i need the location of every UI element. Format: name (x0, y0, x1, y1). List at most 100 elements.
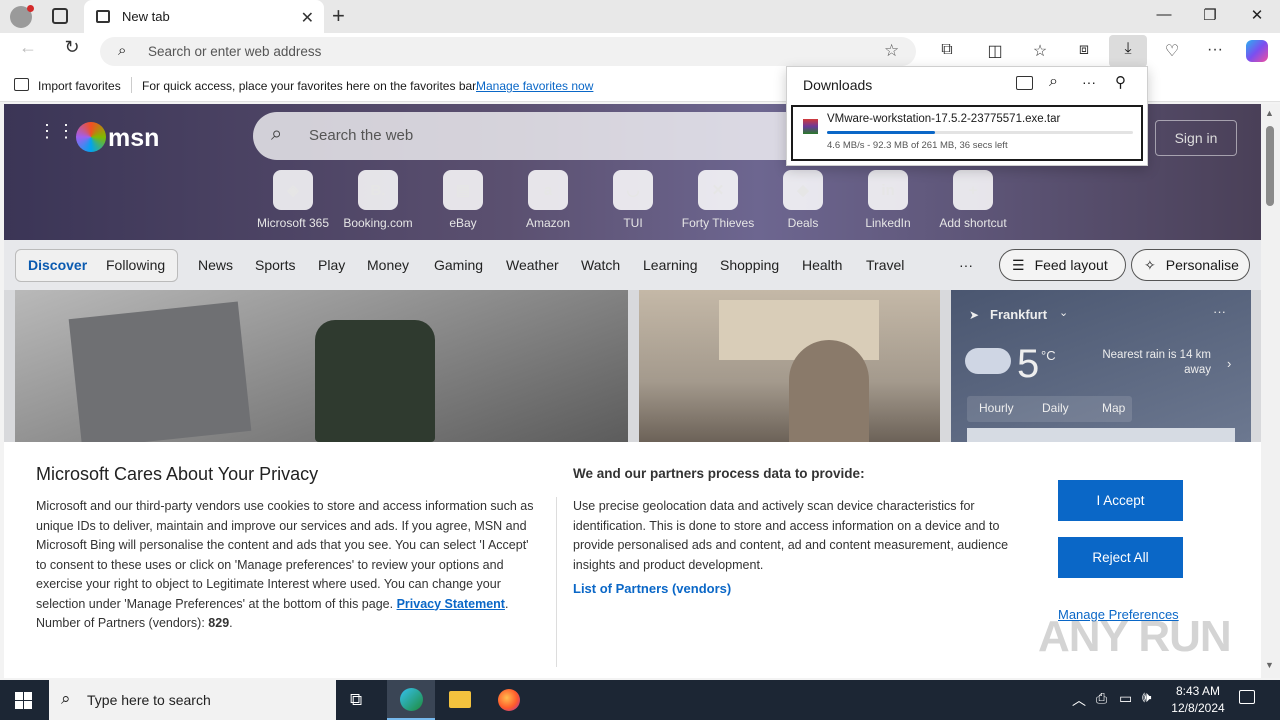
msn-logo[interactable]: msn (108, 124, 159, 153)
shortcut-tile[interactable]: a Amazon (506, 170, 590, 230)
tab-new-tab[interactable]: New tab ✕ (84, 0, 324, 33)
new-tab-button[interactable]: + (332, 3, 345, 29)
close-window-icon[interactable]: ✕ (1245, 6, 1269, 24)
minimize-icon[interactable]: — (1152, 6, 1176, 23)
weather-card[interactable]: ➤ Frankfurt ⌄ ··· 5 °C Nearest rain is 1… (951, 290, 1251, 442)
nav-item[interactable]: Gaming (434, 257, 483, 273)
shortcut-icon: ✕ (698, 170, 738, 210)
more-menu-icon[interactable]: ··· (1203, 41, 1227, 63)
back-icon[interactable]: ← (16, 37, 40, 59)
nav-item[interactable]: Money (367, 257, 409, 273)
tab-actions-icon[interactable] (52, 8, 68, 24)
extensions-icon[interactable]: ⧉ (935, 41, 959, 63)
nav-item[interactable]: Play (318, 257, 345, 273)
device-icon[interactable]: ⎙ (1096, 690, 1107, 707)
volume-icon[interactable]: 🕪 (1142, 689, 1151, 706)
scroll-down-icon[interactable]: ▼ (1265, 660, 1274, 670)
shortcut-tile[interactable]: + Add shortcut (931, 170, 1015, 230)
nav-item[interactable]: Shopping (720, 257, 779, 273)
search-downloads-icon[interactable]: ⌕ (1049, 73, 1058, 91)
file-explorer-icon[interactable] (449, 691, 471, 708)
scroll-thumb[interactable] (1266, 126, 1274, 206)
sliders-icon: ☰ (1012, 256, 1025, 273)
feed-layout-button[interactable]: ☰ Feed layout (999, 249, 1126, 281)
title-bar: New tab ✕ + — ❐ ✕ (0, 0, 1280, 33)
shortcut-tile[interactable]: ▤ eBay (421, 170, 505, 230)
nav-item[interactable]: Health (802, 257, 842, 273)
accept-button[interactable]: I Accept (1058, 480, 1183, 521)
news-card-luggage[interactable] (15, 290, 628, 442)
downloads-icon[interactable]: ⤓ (1109, 35, 1147, 67)
weather-tab-daily[interactable]: Daily (1042, 401, 1069, 415)
favorite-star-icon[interactable]: ☆ (884, 41, 899, 61)
shortcut-tile[interactable]: ✕ Forty Thieves (676, 170, 760, 230)
downloads-more-icon[interactable]: ··· (1082, 74, 1096, 90)
tab-discover[interactable]: Discover (28, 257, 87, 273)
privacy-divider (556, 497, 557, 667)
shortcut-label: Add shortcut (939, 216, 1007, 230)
restore-icon[interactable]: ❐ (1198, 6, 1222, 24)
news-card-woman[interactable] (639, 290, 940, 442)
refresh-icon[interactable]: ↻ (60, 37, 84, 59)
privacy-statement-link[interactable]: Privacy Statement (397, 597, 505, 611)
shortcut-tile[interactable]: B. Booking.com (336, 170, 420, 230)
clock-date[interactable]: 12/8/2024 (1166, 701, 1230, 715)
clock-time[interactable]: 8:43 AM (1172, 684, 1224, 698)
shortcut-tile[interactable]: ◈ Microsoft 365 (251, 170, 335, 230)
privacy-right-title: We and our partners process data to prov… (573, 466, 865, 481)
scroll-up-icon[interactable]: ▲ (1265, 108, 1274, 118)
tab-following[interactable]: Following (106, 257, 165, 273)
split-screen-icon[interactable]: ◫ (983, 41, 1007, 63)
nav-item[interactable]: Sports (255, 257, 295, 273)
nav-item[interactable]: Watch (581, 257, 620, 273)
page-scrollbar[interactable]: ▲ ▼ (1261, 104, 1280, 678)
copilot-icon[interactable] (1246, 40, 1268, 62)
nav-item[interactable]: Travel (866, 257, 904, 273)
firefox-icon[interactable] (498, 689, 520, 711)
nav-item[interactable]: Weather (506, 257, 559, 273)
notifications-icon[interactable] (1239, 690, 1255, 704)
msn-butterfly-icon (76, 122, 106, 152)
network-icon[interactable]: ▭ (1119, 690, 1132, 707)
chevron-right-icon[interactable]: › (1227, 356, 1231, 371)
weather-tab-hourly[interactable]: Hourly (979, 401, 1014, 415)
shortcut-tile[interactable]: ◡ TUI (591, 170, 675, 230)
partners-label: Number of Partners (vendors): (36, 616, 205, 630)
chevron-down-icon[interactable]: ⌄ (1059, 306, 1068, 319)
shortcut-label: Booking.com (343, 216, 413, 230)
weather-city[interactable]: Frankfurt (990, 307, 1047, 322)
import-icon (14, 78, 29, 91)
manage-favorites-link[interactable]: Manage favorites now (476, 79, 593, 93)
close-tab-icon[interactable]: ✕ (301, 8, 314, 28)
browser-essentials-icon[interactable]: ♡ (1160, 41, 1184, 63)
show-hidden-icons[interactable]: ︿ (1072, 690, 1086, 710)
sign-in-button[interactable]: Sign in (1155, 120, 1237, 156)
download-item[interactable]: VMware-workstation-17.5.2-23775571.exe.t… (791, 105, 1143, 161)
web-search-box[interactable]: ⌕ Search the web (253, 112, 853, 160)
weather-tab-map[interactable]: Map (1102, 401, 1125, 415)
taskbar-search[interactable]: ⌕ Type here to search (49, 680, 336, 720)
personalise-button[interactable]: ✧ Personalise (1131, 249, 1250, 281)
pin-icon[interactable]: ⚲ (1115, 73, 1126, 91)
nav-item[interactable]: Learning (643, 257, 698, 273)
weather-more-icon[interactable]: ··· (1213, 304, 1226, 319)
download-status: 4.6 MB/s - 92.3 MB of 261 MB, 36 secs le… (827, 140, 1008, 151)
list-of-partners-link[interactable]: List of Partners (vendors) (573, 581, 731, 596)
more-nav-icon[interactable]: ··· (959, 257, 973, 273)
edge-taskbar-icon[interactable] (387, 680, 435, 720)
archive-file-icon (803, 119, 818, 134)
open-folder-icon[interactable] (1016, 76, 1033, 90)
profile-icon[interactable] (10, 5, 34, 28)
nav-item[interactable]: News (198, 257, 233, 273)
favorites-icon[interactable]: ☆ (1028, 41, 1052, 63)
windows-start-icon[interactable] (15, 692, 32, 709)
task-view-icon[interactable]: ⧉ (350, 690, 362, 710)
privacy-banner: Microsoft Cares About Your Privacy Micro… (4, 442, 1261, 678)
import-favorites-button[interactable]: Import favorites (38, 79, 121, 93)
shortcut-tile[interactable]: in LinkedIn (846, 170, 930, 230)
taskbar-search-placeholder: Type here to search (87, 692, 211, 708)
collections-icon[interactable]: ⧈ (1072, 41, 1096, 63)
address-bar[interactable]: ⌕ Search or enter web address ☆ (100, 37, 916, 66)
shortcut-tile[interactable]: ◆ Deals (761, 170, 845, 230)
reject-all-button[interactable]: Reject All (1058, 537, 1183, 578)
